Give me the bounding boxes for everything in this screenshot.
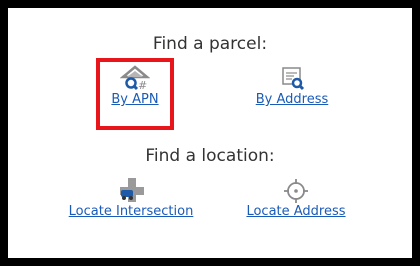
location-heading: Find a location: bbox=[145, 146, 275, 166]
locate-address-tool[interactable]: Locate Address bbox=[234, 176, 358, 219]
crosshair-target-icon bbox=[284, 179, 308, 203]
by-apn-highlight-box bbox=[96, 58, 174, 130]
locate-intersection-link[interactable]: Locate Intersection bbox=[56, 204, 206, 219]
by-address-link[interactable]: By Address bbox=[240, 92, 344, 107]
locate-address-link[interactable]: Locate Address bbox=[234, 204, 358, 219]
parcel-heading: Find a parcel: bbox=[152, 34, 268, 54]
by-address-tool[interactable]: By Address bbox=[240, 64, 344, 107]
find-panel: Find a parcel: # By APN By Address Find … bbox=[8, 8, 412, 258]
intersection-car-icon bbox=[120, 178, 144, 202]
document-search-icon bbox=[282, 67, 305, 91]
locate-intersection-tool[interactable]: Locate Intersection bbox=[56, 176, 206, 219]
